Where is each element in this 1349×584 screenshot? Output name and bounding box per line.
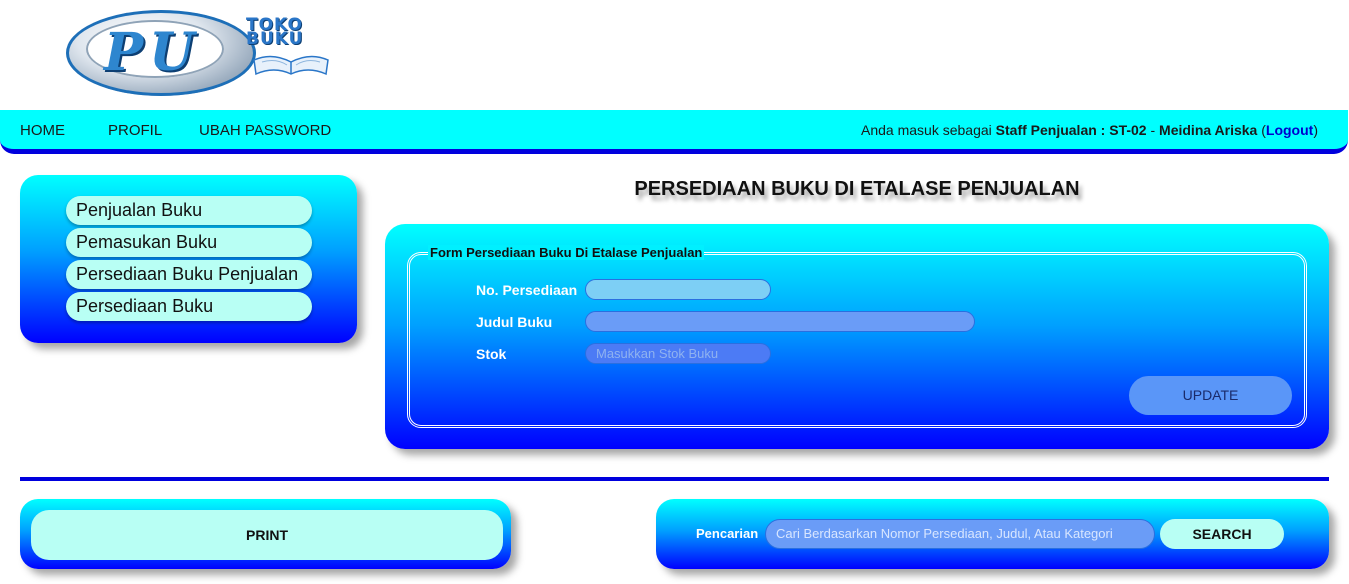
judul-buku-label: Judul Buku [476,314,553,330]
open-book-icon [253,55,329,76]
nav-home-link[interactable]: HOME [20,122,65,139]
nav-profil-link[interactable]: PROFIL [108,122,162,139]
page-title: PERSEDIAAN BUKU DI ETALASE PENJUALAN [634,178,1080,200]
logo-word-buku: BUKU [246,29,304,49]
toko-buku-logo: PU TOKO BUKU [60,6,335,102]
print-button[interactable]: PRINT [31,510,503,560]
top-navbar: HOME PROFIL UBAH PASSWORD Anda masuk seb… [0,110,1348,154]
search-input[interactable]: Cari Berdasarkan Nomor Persediaan, Judul… [765,519,1155,549]
stok-label: Stok [476,346,507,362]
section-divider [20,477,1329,481]
judul-buku-field[interactable] [585,311,975,332]
sidebar-item-pemasukan-buku[interactable]: Pemasukan Buku [66,228,312,257]
sidebar-item-persediaan-buku-penjualan[interactable]: Persediaan Buku Penjualan [66,260,312,289]
logo-monogram: PU [104,22,201,83]
sidebar-menu: Penjualan Buku Pemasukan Buku Persediaan… [20,175,357,343]
form-fieldset: Form Persediaan Buku Di Etalase Penjuala… [407,245,1307,428]
no-persediaan-field[interactable] [585,279,771,300]
form-legend: Form Persediaan Buku Di Etalase Penjuala… [428,245,705,260]
logo-wordmark: TOKO BUKU [246,17,304,49]
user-role: Staff Penjualan : ST-02 [995,122,1147,138]
update-button[interactable]: UPDATE [1129,376,1292,415]
logged-in-user-info: Anda masuk sebagai Staff Penjualan : ST-… [861,122,1318,138]
sidebar-item-penjualan-buku[interactable]: Penjualan Buku [66,196,312,225]
stok-field[interactable]: Masukkan Stok Buku [585,343,771,364]
search-button[interactable]: SEARCH [1160,519,1284,549]
print-panel: PRINT [20,499,511,569]
logout-link[interactable]: Logout [1266,122,1313,138]
nav-ubah-password-link[interactable]: UBAH PASSWORD [199,122,331,139]
logout-close-paren: ) [1313,122,1318,138]
search-panel: Pencarian Cari Berdasarkan Nomor Persedi… [656,499,1329,569]
no-persediaan-label: No. Persediaan [476,282,578,298]
user-prefix: Anda masuk sebagai [861,122,992,138]
user-separator: - [1150,122,1156,138]
search-label: Pencarian [696,526,759,541]
form-panel: Form Persediaan Buku Di Etalase Penjuala… [385,224,1329,449]
user-name: Meidina Ariska [1159,122,1258,138]
sidebar-item-persediaan-buku[interactable]: Persediaan Buku [66,292,312,321]
